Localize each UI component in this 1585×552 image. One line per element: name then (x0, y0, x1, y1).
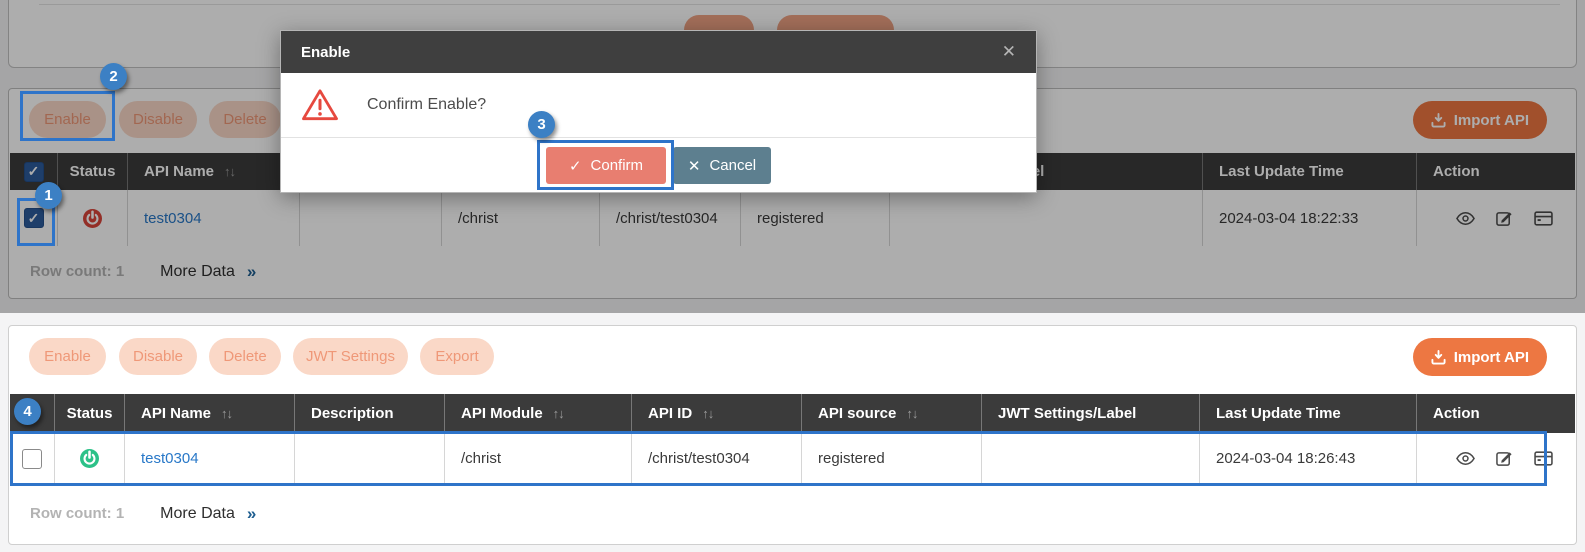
delete-button[interactable]: Delete (209, 338, 281, 375)
export-button[interactable]: Export (420, 338, 494, 375)
col-last-update: Last Update Time (1200, 394, 1417, 433)
enable-button[interactable]: Enable (29, 338, 106, 375)
step-badge-3: 3 (528, 111, 555, 138)
col-api-id[interactable]: API ID↑↓ (632, 394, 802, 433)
step-badge-4: 4 (14, 398, 41, 425)
col-jwt: JWT Settings/Label (982, 394, 1200, 433)
step-badge-2: 2 (100, 63, 127, 90)
disable-button[interactable]: Disable (119, 338, 197, 375)
cancel-button[interactable]: ✕ Cancel (673, 147, 771, 184)
highlight-box-row (10, 431, 1547, 486)
step-badge-1: 1 (35, 182, 62, 209)
col-api-module[interactable]: API Module↑↓ (445, 394, 632, 433)
x-icon: ✕ (688, 157, 701, 175)
sort-icon[interactable]: ↑↓ (553, 406, 564, 421)
table-header-row: Status API Name↑↓ Description API Module… (10, 394, 1575, 433)
col-description: Description (295, 394, 445, 433)
dialog-header: Enable ✕ (281, 31, 1036, 73)
highlight-box-confirm (537, 140, 674, 190)
import-api-button[interactable]: Import API (1413, 338, 1547, 376)
double-chevron-icon: » (247, 504, 256, 524)
col-status: Status (55, 394, 125, 433)
col-api-source[interactable]: API source↑↓ (802, 394, 982, 433)
dialog-message: Confirm Enable? (367, 96, 486, 114)
result-page-section: Enable Disable Delete JWT Settings Expor… (0, 313, 1585, 552)
highlight-box-enable (20, 91, 115, 141)
sort-icon[interactable]: ↑↓ (906, 406, 917, 421)
jwt-settings-button[interactable]: JWT Settings (293, 338, 408, 375)
download-icon (1431, 350, 1446, 365)
row-count: Row count: 1 (30, 505, 124, 522)
dialog-title: Enable (301, 44, 1002, 61)
more-data-link[interactable]: More Data » (160, 504, 256, 524)
table-footer: Row count: 1 More Data » (10, 484, 1575, 543)
sort-icon[interactable]: ↑↓ (702, 406, 713, 421)
dialog-body: Confirm Enable? (281, 73, 1036, 138)
sort-icon[interactable]: ↑↓ (221, 406, 232, 421)
import-api-label: Import API (1454, 349, 1529, 366)
col-api-name[interactable]: API Name↑↓ (125, 394, 295, 433)
close-icon[interactable]: ✕ (1002, 42, 1016, 62)
dimmed-page-section: Enable Disable Delete Import API ✓ Statu… (0, 0, 1585, 313)
warning-icon (301, 88, 339, 122)
col-action: Action (1417, 394, 1575, 433)
